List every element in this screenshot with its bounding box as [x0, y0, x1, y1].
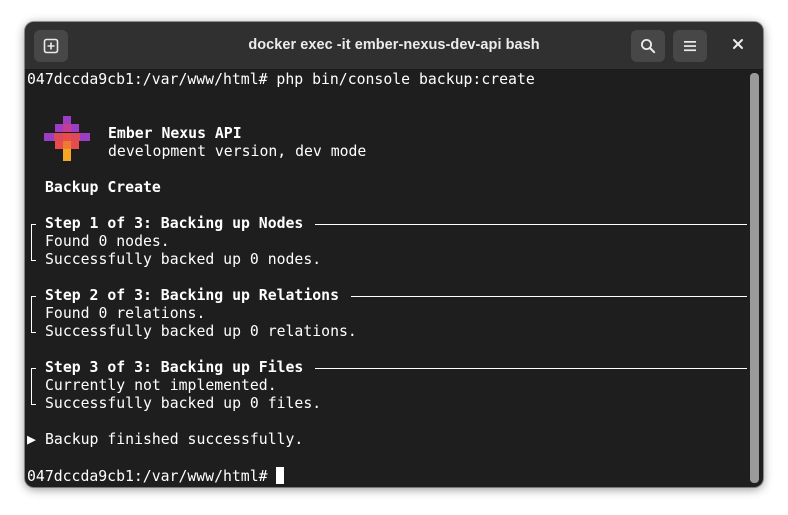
- step-3-line-2: Successfully backed up 0 files.: [45, 395, 322, 412]
- step-3-line-1: Currently not implemented.: [45, 377, 277, 394]
- command-line: 047dccda9cb1:/var/www/html# php bin/cons…: [27, 71, 535, 88]
- step-1-bracket-bottom: [31, 255, 36, 261]
- app-name: Ember Nexus API: [108, 125, 242, 142]
- step-2-title: Step 2 of 3: Backing up Relations: [45, 287, 339, 304]
- step-1-title: Step 1 of 3: Backing up Nodes: [45, 215, 304, 232]
- result-message: Backup finished successfully.: [45, 431, 304, 448]
- step-2-rule: [351, 296, 747, 297]
- step-3-bracket-mid: [31, 379, 36, 399]
- hamburger-menu-icon: [683, 39, 697, 53]
- step-2-bracket-mid: [31, 307, 36, 327]
- close-icon: [732, 37, 744, 55]
- close-button[interactable]: [721, 30, 755, 62]
- scrollbar[interactable]: [750, 73, 759, 483]
- app-version: development version, dev mode: [108, 143, 367, 160]
- shell-prompt[interactable]: 047dccda9cb1:/var/www/html#: [27, 467, 285, 485]
- text-cursor: [276, 467, 285, 484]
- title-bar: docker exec -it ember-nexus-dev-api bash: [25, 22, 763, 70]
- search-icon: [640, 38, 656, 54]
- step-3-rule: [315, 368, 747, 369]
- search-button[interactable]: [631, 30, 665, 62]
- step-1-bracket-mid: [31, 235, 36, 255]
- prompt-text: 047dccda9cb1:/var/www/html#: [27, 468, 277, 485]
- step-2-line-1: Found 0 relations.: [45, 305, 206, 322]
- terminal-window: docker exec -it ember-nexus-dev-api bash: [25, 22, 763, 487]
- section-title: Backup Create: [45, 179, 161, 196]
- terminal-output[interactable]: 047dccda9cb1:/var/www/html# php bin/cons…: [25, 70, 763, 487]
- step-1-line-1: Found 0 nodes.: [45, 233, 170, 250]
- step-2-bracket-bottom: [31, 327, 36, 333]
- result-marker-icon: ▶: [27, 431, 36, 448]
- step-3-bracket-top: [31, 368, 36, 379]
- ember-nexus-logo: [44, 116, 90, 162]
- step-2-bracket-top: [31, 296, 36, 307]
- step-2-line-2: Successfully backed up 0 relations.: [45, 323, 357, 340]
- step-1-rule: [315, 224, 747, 225]
- main-menu-button[interactable]: [673, 30, 707, 62]
- step-3-title: Step 3 of 3: Backing up Files: [45, 359, 304, 376]
- step-1-line-2: Successfully backed up 0 nodes.: [45, 251, 322, 268]
- step-3-bracket-bottom: [31, 399, 36, 405]
- step-1-bracket-top: [31, 224, 36, 235]
